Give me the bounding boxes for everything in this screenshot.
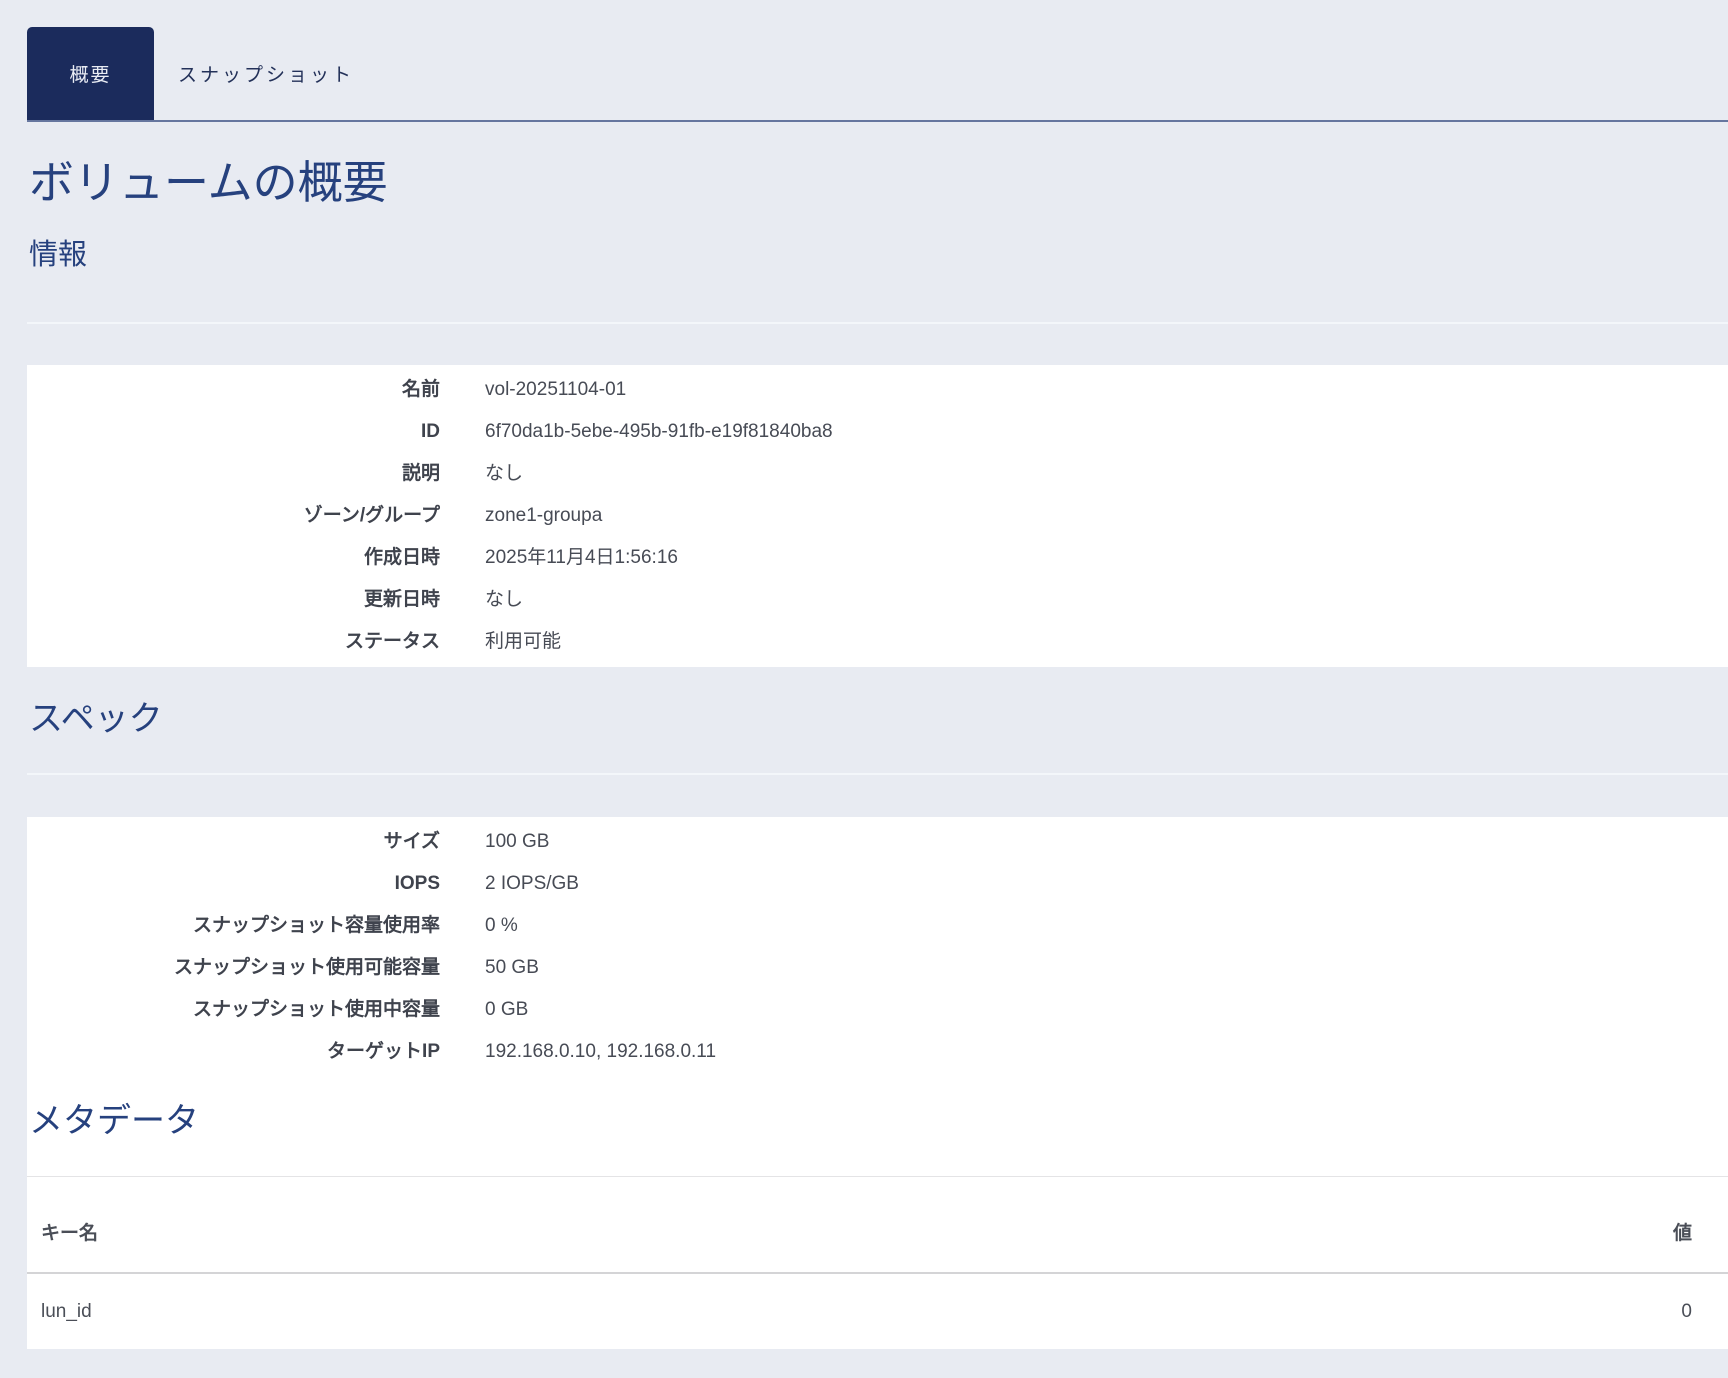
- row-value: なし: [485, 590, 523, 610]
- row-value: 6f70da1b-5ebe-495b-91fb-e19f81840ba8: [485, 422, 833, 442]
- spec-row-snapshot-used: スナップショット使用中容量 0 GB: [27, 989, 1728, 1031]
- spec-row-target-ip: ターゲットIP 192.168.0.10, 192.168.0.11: [27, 1031, 1728, 1073]
- section-divider: [27, 322, 1728, 324]
- volume-detail-page: 概要 スナップショット ボリュームの概要 情報 名前 vol-20251104-…: [0, 27, 1728, 1378]
- row-label: 作成日時: [27, 548, 440, 568]
- row-label: IOPS: [27, 874, 440, 894]
- metadata-table: キー名 値 lun_id 0: [27, 1177, 1728, 1349]
- tab-bar: 概要 スナップショット: [27, 27, 1728, 122]
- row-value: 2 IOPS/GB: [485, 874, 579, 894]
- info-row-name: 名前 vol-20251104-01: [27, 369, 1728, 411]
- metadata-column-key: キー名: [41, 1223, 98, 1244]
- row-label: ターゲットIP: [27, 1042, 440, 1062]
- row-value: 50 GB: [485, 958, 539, 978]
- spec-row-snapshot-usage-rate: スナップショット容量使用率 0 %: [27, 905, 1728, 947]
- section-divider: [27, 773, 1728, 775]
- info-table: 名前 vol-20251104-01 ID 6f70da1b-5ebe-495b…: [27, 365, 1728, 667]
- row-label: サイズ: [27, 832, 440, 852]
- metadata-key: lun_id: [41, 1301, 92, 1322]
- info-row-id: ID 6f70da1b-5ebe-495b-91fb-e19f81840ba8: [27, 411, 1728, 453]
- page-title: ボリュームの概要: [29, 155, 1728, 211]
- metadata-column-value: 値: [1673, 1223, 1692, 1244]
- row-label: スナップショット容量使用率: [27, 916, 440, 936]
- section-heading-spec: スペック: [29, 697, 1728, 741]
- info-row-status: ステータス 利用可能: [27, 621, 1728, 663]
- spec-row-size: サイズ 100 GB: [27, 821, 1728, 863]
- tab-overview-label: 概要: [69, 60, 111, 87]
- row-label: ステータス: [27, 632, 440, 652]
- tab-snapshots[interactable]: スナップショット: [154, 27, 378, 120]
- section-heading-info: 情報: [29, 237, 1728, 273]
- info-row-created-at: 作成日時 2025年11月4日1:56:16: [27, 537, 1728, 579]
- row-value: なし: [485, 464, 523, 484]
- spec-table: サイズ 100 GB IOPS 2 IOPS/GB スナップショット容量使用率 …: [27, 821, 1728, 1073]
- spec-row-iops: IOPS 2 IOPS/GB: [27, 863, 1728, 905]
- spec-row-snapshot-available: スナップショット使用可能容量 50 GB: [27, 947, 1728, 989]
- row-value: 0 %: [485, 916, 518, 936]
- row-value: 2025年11月4日1:56:16: [485, 548, 678, 568]
- tab-snapshots-label: スナップショット: [178, 60, 354, 87]
- row-label: 名前: [27, 380, 440, 400]
- tab-overview[interactable]: 概要: [27, 27, 154, 120]
- row-value: 192.168.0.10, 192.168.0.11: [485, 1042, 716, 1062]
- status-value: 利用可能: [485, 632, 561, 652]
- metadata-value: 0: [1681, 1301, 1692, 1322]
- row-label: スナップショット使用中容量: [27, 1000, 440, 1020]
- row-label: 更新日時: [27, 590, 440, 610]
- metadata-row: lun_id 0: [27, 1274, 1728, 1349]
- row-label: ゾーン/グループ: [27, 506, 440, 526]
- info-row-updated-at: 更新日時 なし: [27, 579, 1728, 621]
- spec-and-metadata-panel: サイズ 100 GB IOPS 2 IOPS/GB スナップショット容量使用率 …: [27, 817, 1728, 1349]
- info-row-zone-group: ゾーン/グループ zone1-groupa: [27, 495, 1728, 537]
- metadata-table-header: キー名 値: [27, 1177, 1728, 1274]
- section-heading-metadata: メタデータ: [29, 1099, 1728, 1143]
- info-row-description: 説明 なし: [27, 453, 1728, 495]
- row-label: ID: [27, 422, 440, 442]
- row-value: zone1-groupa: [485, 506, 602, 526]
- row-value: 0 GB: [485, 1000, 528, 1020]
- row-label: スナップショット使用可能容量: [27, 958, 440, 978]
- row-value: 100 GB: [485, 832, 549, 852]
- row-value: vol-20251104-01: [485, 380, 626, 400]
- row-label: 説明: [27, 464, 440, 484]
